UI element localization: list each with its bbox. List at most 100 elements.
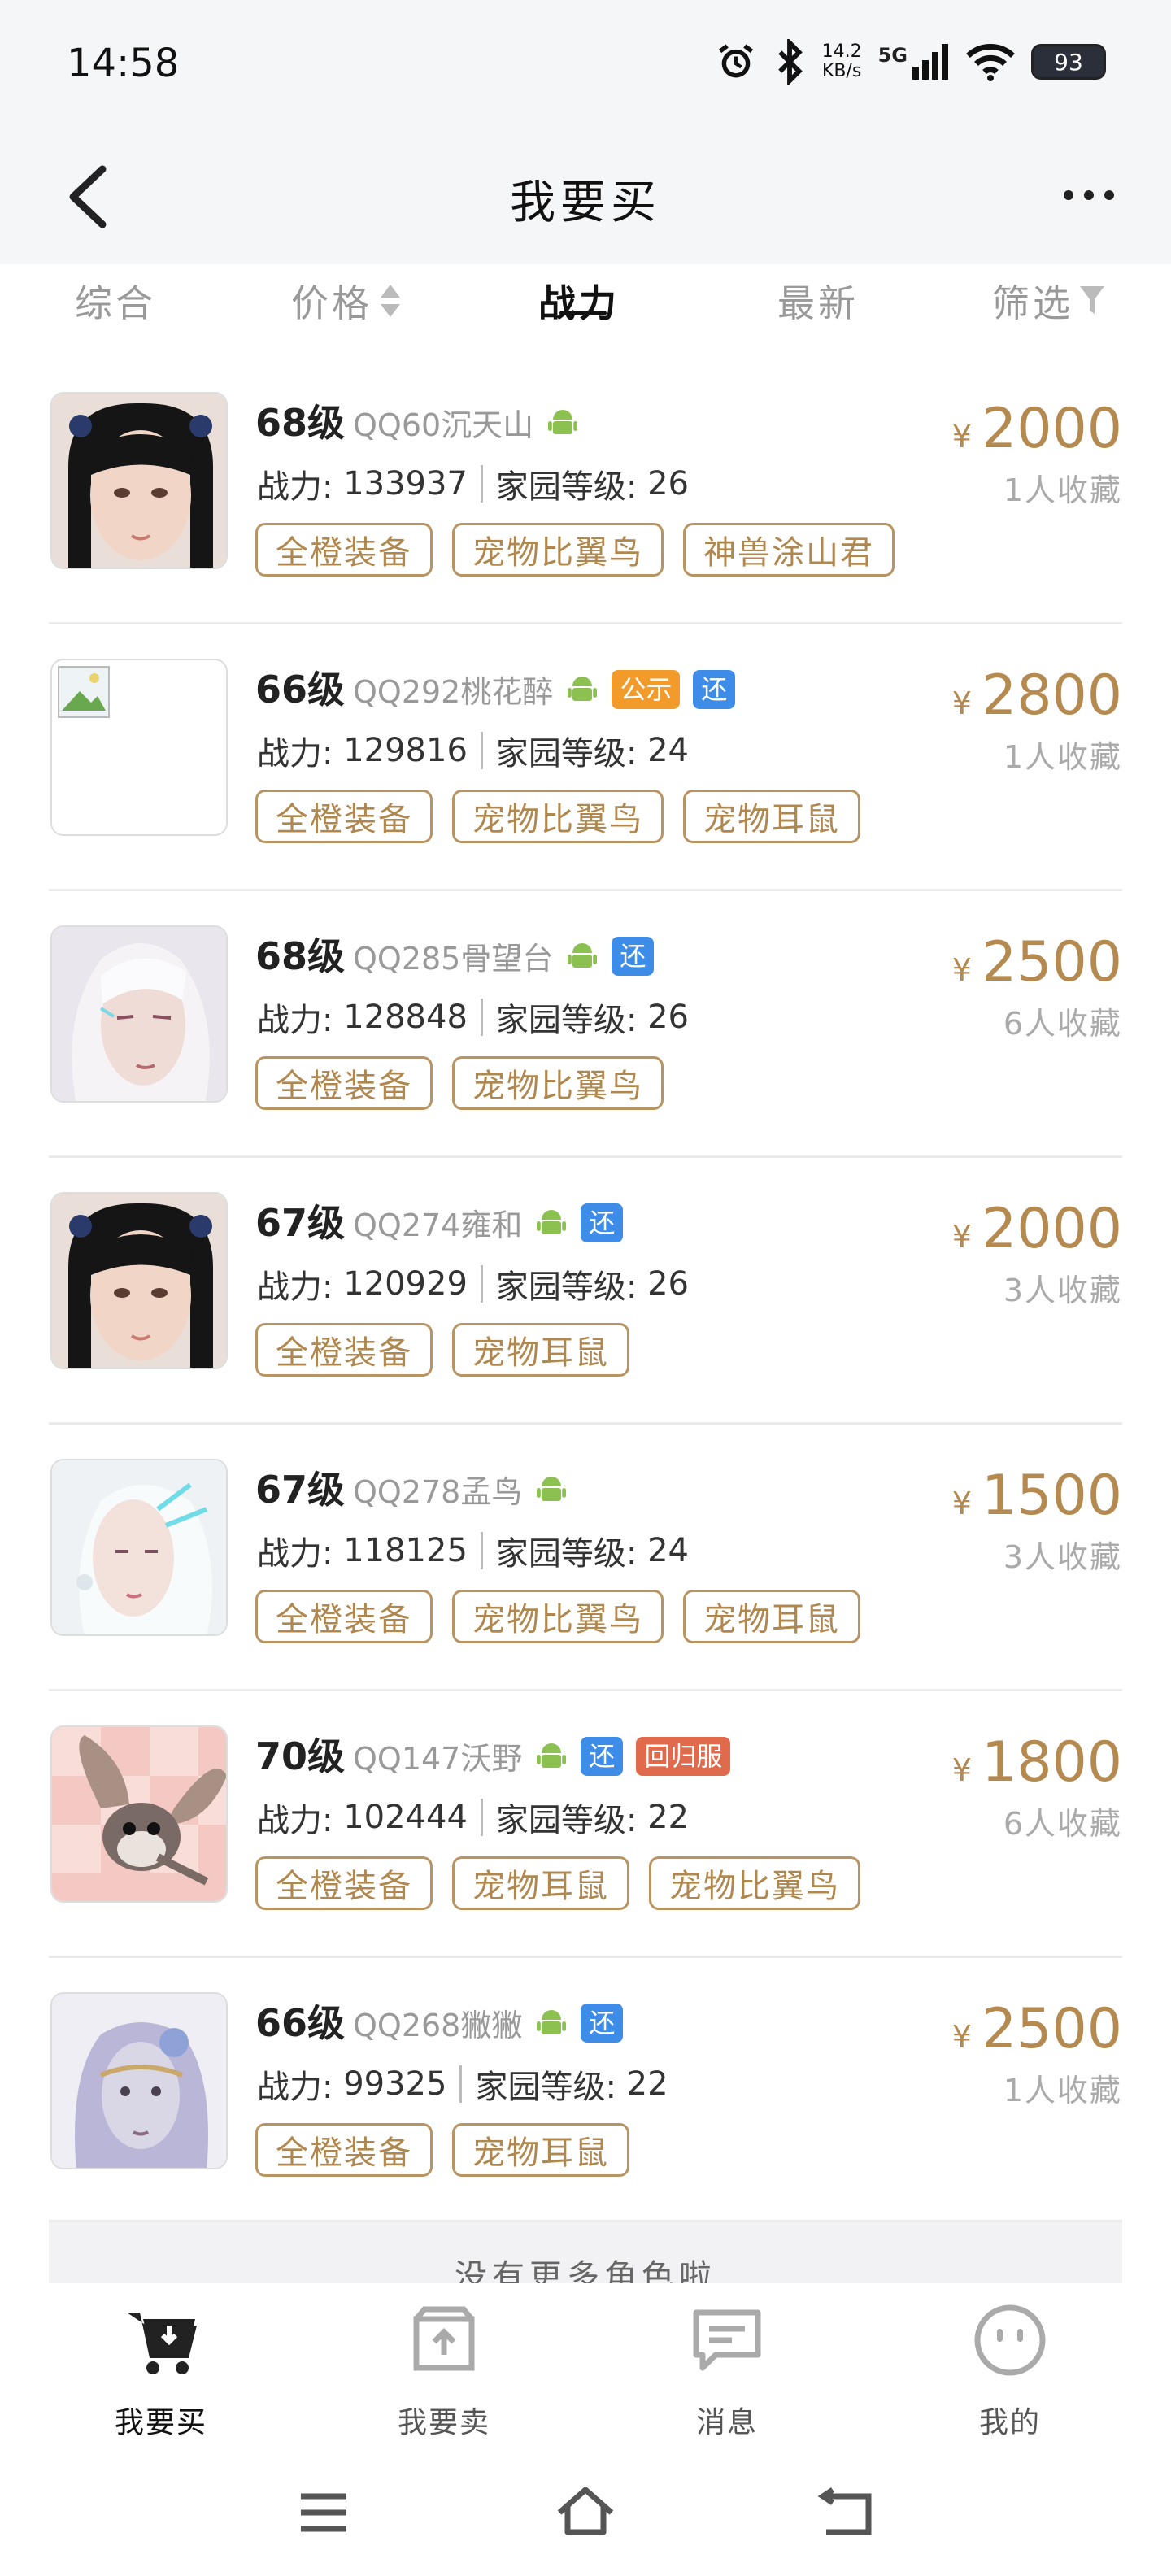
top-header: 我要买 bbox=[0, 130, 1171, 264]
home-level-value: 26 bbox=[647, 999, 690, 1036]
power-label: 战力: bbox=[257, 1268, 333, 1306]
listing-list: 68级 QQ60沉天山 战力: 133937 家园等级: 26 全橙装备 宠物比… bbox=[0, 358, 1171, 2225]
currency-symbol: ¥ bbox=[951, 1219, 972, 1255]
returning-server-badge: 回归服 bbox=[636, 1736, 731, 1776]
sort-price[interactable]: 价格 bbox=[291, 264, 402, 337]
price-value: 2500 bbox=[981, 930, 1122, 994]
status-bar: 14:58 14.2 KB/s 5G 93 bbox=[0, 0, 1171, 130]
favorites-count: 1人收藏 bbox=[1003, 739, 1122, 775]
character-avatar bbox=[50, 1459, 228, 1636]
character-avatar bbox=[50, 392, 228, 569]
listing-row[interactable]: 67级 QQ274雍和 还 战力: 120929 家园等级: 26 全橙装备 宠… bbox=[49, 1158, 1122, 1425]
sort-label: 最新 bbox=[777, 281, 859, 325]
price-value: 2800 bbox=[981, 664, 1122, 728]
android-icon bbox=[537, 2009, 567, 2034]
favorites-count: 1人收藏 bbox=[1003, 2073, 1122, 2108]
power-label: 战力: bbox=[257, 1002, 333, 1039]
listing-row[interactable]: 70级 QQ147沃野 还 回归服 战力: 102444 家园等级: 22 全橙… bbox=[49, 1691, 1122, 1958]
power-value: 129816 bbox=[343, 732, 468, 769]
server-name-line: QQ285骨望台 还 bbox=[353, 933, 655, 978]
character-avatar bbox=[50, 1992, 228, 2169]
character-level: 68级 bbox=[255, 934, 346, 978]
stats-line: 战力: 128848 家园等级: 26 bbox=[257, 994, 689, 1041]
listing-row[interactable]: 68级 QQ60沉天山 战力: 133937 家园等级: 26 全橙装备 宠物比… bbox=[49, 358, 1122, 624]
nav-profile[interactable]: 我的 bbox=[921, 2300, 1099, 2441]
divider bbox=[459, 2065, 463, 2103]
divider bbox=[480, 1265, 483, 1303]
power-value: 118125 bbox=[343, 1532, 468, 1569]
menu-lines-icon[interactable] bbox=[291, 2480, 356, 2545]
android-icon bbox=[537, 1743, 567, 1768]
stats-line: 战力: 118125 家园等级: 24 bbox=[257, 1527, 689, 1574]
character-level: 68级 bbox=[255, 401, 346, 445]
price-value: 2000 bbox=[981, 397, 1122, 461]
message-icon bbox=[693, 2309, 761, 2371]
feature-tag: 全橙装备 bbox=[255, 1056, 433, 1110]
listing-row[interactable]: 66级 QQ268獙獙 还 战力: 99325 家园等级: 22 全橙装备 宠物… bbox=[49, 1958, 1122, 2225]
android-icon bbox=[548, 409, 578, 434]
feature-tag: 全橙装备 bbox=[255, 523, 433, 577]
currency-symbol: ¥ bbox=[951, 952, 972, 988]
stats-line: 战力: 120929 家园等级: 26 bbox=[257, 1260, 689, 1308]
tag-list: 全橙装备 宠物耳鼠 bbox=[255, 1323, 629, 1377]
battery-icon: 93 bbox=[1031, 44, 1106, 80]
sort-power[interactable]: 战力 bbox=[538, 264, 620, 337]
server-name: QQ147沃野 bbox=[353, 1741, 523, 1777]
nav-buy[interactable]: 我要买 bbox=[72, 2300, 250, 2441]
tag-list: 全橙装备 宠物比翼鸟 宠物耳鼠 bbox=[255, 790, 860, 843]
favorites-count: 6人收藏 bbox=[1003, 1006, 1122, 1042]
sort-filter[interactable]: 筛选 bbox=[992, 264, 1106, 337]
favorites-count: 3人收藏 bbox=[1003, 1273, 1122, 1308]
server-name: QQ285骨望台 bbox=[353, 941, 554, 977]
nav-messages[interactable]: 消息 bbox=[638, 2300, 816, 2441]
sort-label: 筛选 bbox=[992, 281, 1073, 325]
tag-list: 全橙装备 宠物比翼鸟 bbox=[255, 1056, 664, 1110]
tag-list: 全橙装备 宠物比翼鸟 神兽涂山君 bbox=[255, 523, 895, 577]
stats-line: 战力: 102444 家园等级: 22 bbox=[257, 1794, 689, 1841]
home-label: 家园等级: bbox=[495, 468, 638, 506]
home-label: 家园等级: bbox=[475, 2069, 616, 2106]
cart-icon bbox=[127, 2313, 197, 2374]
power-label: 战力: bbox=[257, 1802, 333, 1839]
feature-tag: 宠物比翼鸟 bbox=[452, 1590, 664, 1643]
sort-comprehensive[interactable]: 综合 bbox=[75, 264, 156, 337]
system-nav-bar bbox=[0, 2448, 1171, 2576]
bargain-badge: 还 bbox=[581, 2003, 624, 2043]
nav-sell[interactable]: 我要卖 bbox=[355, 2300, 533, 2441]
bottom-nav: 我要买 我要卖 消息 我的 bbox=[0, 2283, 1171, 2446]
power-value: 102444 bbox=[343, 1799, 468, 1836]
nav-label: 我的 bbox=[978, 2406, 1041, 2439]
price-value: 1500 bbox=[981, 1464, 1122, 1528]
feature-tag: 宠物比翼鸟 bbox=[452, 523, 664, 577]
feature-tag: 全橙装备 bbox=[255, 790, 433, 843]
price: ¥2000 bbox=[952, 1197, 1122, 1261]
home-label: 家园等级: bbox=[495, 1802, 638, 1839]
currency-symbol: ¥ bbox=[951, 2019, 972, 2055]
server-name: QQ268獙獙 bbox=[353, 2008, 523, 2043]
currency-symbol: ¥ bbox=[951, 1752, 972, 1788]
nav-label: 我要卖 bbox=[397, 2406, 490, 2439]
power-value: 120929 bbox=[343, 1265, 468, 1303]
power-value: 128848 bbox=[343, 999, 468, 1036]
server-name: QQ60沉天山 bbox=[353, 407, 534, 443]
sort-label: 价格 bbox=[291, 281, 372, 325]
home-level-value: 26 bbox=[647, 465, 690, 503]
home-icon[interactable] bbox=[553, 2480, 618, 2545]
server-name-line: QQ60沉天山 bbox=[353, 400, 579, 445]
sort-bar: 综合 价格 战力 最新 筛选 bbox=[0, 264, 1171, 354]
network-speed: 14.2 KB/s bbox=[821, 41, 862, 81]
listing-row[interactable]: 68级 QQ285骨望台 还 战力: 128848 家园等级: 26 全橙装备 … bbox=[49, 891, 1122, 1158]
price: ¥1500 bbox=[952, 1464, 1122, 1528]
active-sort-indicator bbox=[559, 311, 607, 315]
listing-row[interactable]: 66级 QQ292桃花醉 公示 还 战力: 129816 家园等级: 24 全橙… bbox=[49, 624, 1122, 891]
sort-newest[interactable]: 最新 bbox=[777, 264, 859, 337]
more-dots-icon[interactable] bbox=[1062, 179, 1116, 211]
home-level-value: 24 bbox=[647, 1532, 690, 1569]
bluetooth-icon bbox=[777, 39, 803, 85]
bargain-badge: 还 bbox=[581, 1736, 624, 1776]
divider bbox=[480, 999, 483, 1036]
sort-arrows-icon bbox=[381, 285, 400, 317]
return-icon[interactable] bbox=[813, 2480, 878, 2545]
listing-row[interactable]: 67级 QQ278孟鸟 战力: 118125 家园等级: 24 全橙装备 宠物比… bbox=[49, 1425, 1122, 1691]
feature-tag: 宠物耳鼠 bbox=[683, 1590, 860, 1643]
